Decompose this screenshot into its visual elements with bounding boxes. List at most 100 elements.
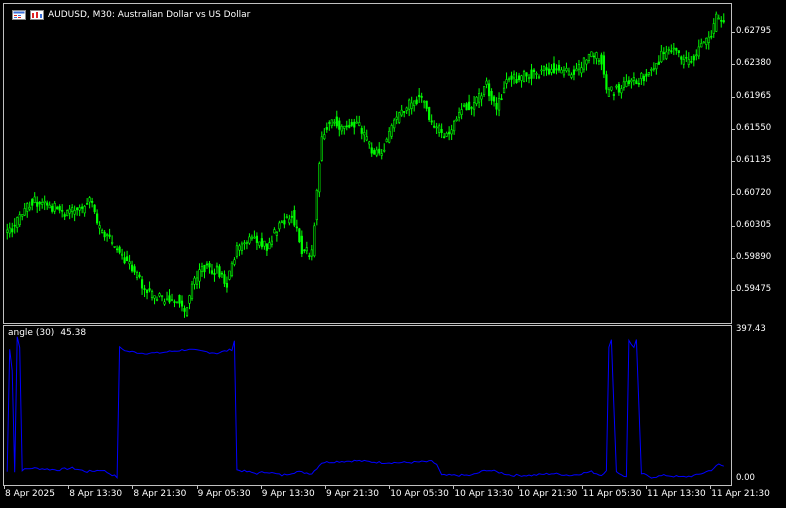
candle-body bbox=[393, 119, 396, 129]
indicator-pane[interactable]: angle (30) 45.38 bbox=[3, 325, 732, 486]
candle-body bbox=[587, 54, 591, 61]
chart-title-bar: AUDUSD, M30: Australian Dollar vs US Dol… bbox=[12, 10, 250, 20]
candle-body bbox=[51, 205, 54, 212]
candle-body bbox=[470, 107, 473, 109]
price-axis-label: 0.59475 bbox=[736, 284, 772, 295]
candle-body bbox=[492, 96, 496, 102]
candle-body bbox=[353, 121, 356, 128]
time-axis-label: 8 Apr 21:30 bbox=[133, 489, 187, 499]
candle-body bbox=[572, 69, 576, 75]
candle-body bbox=[113, 246, 116, 248]
candle-body bbox=[510, 75, 513, 80]
candle-body bbox=[707, 36, 710, 43]
candle-body bbox=[428, 107, 431, 120]
candle-body bbox=[218, 266, 221, 277]
candle-body bbox=[265, 243, 268, 251]
candle-body bbox=[682, 59, 685, 65]
candle-body bbox=[320, 136, 323, 161]
candle-body bbox=[630, 79, 633, 83]
candle-body bbox=[622, 81, 625, 88]
candle-body bbox=[6, 229, 9, 233]
candle-body bbox=[712, 23, 715, 34]
candle-body bbox=[717, 17, 720, 20]
candle-body bbox=[562, 69, 566, 76]
candle-body bbox=[163, 301, 166, 305]
price-axis-label: 0.61135 bbox=[736, 155, 772, 166]
candle-body bbox=[448, 131, 451, 135]
candle-body bbox=[453, 120, 456, 132]
candle-body bbox=[557, 64, 561, 71]
candle-body bbox=[308, 255, 311, 257]
candle-body bbox=[233, 259, 236, 265]
candle-body bbox=[487, 83, 491, 97]
candle-body bbox=[38, 201, 41, 205]
candle-body bbox=[517, 75, 521, 81]
candle-body bbox=[642, 75, 645, 82]
candle-body bbox=[183, 308, 186, 312]
candle-body bbox=[120, 253, 124, 256]
candle-body bbox=[253, 236, 256, 239]
candle-body bbox=[98, 225, 101, 229]
candle-body bbox=[520, 75, 523, 81]
candle-body bbox=[385, 138, 388, 142]
candle-body bbox=[550, 69, 553, 73]
candle-body bbox=[617, 84, 620, 93]
candle-body bbox=[405, 107, 408, 111]
chart-window-icon[interactable] bbox=[12, 10, 26, 20]
symbol-flag-icon[interactable] bbox=[30, 10, 44, 20]
candle-body bbox=[325, 127, 328, 130]
price-chart-pane[interactable]: AUDUSD, M30: Australian Dollar vs US Dol… bbox=[3, 3, 732, 324]
candle-body bbox=[315, 190, 318, 221]
candle-body bbox=[685, 57, 688, 59]
candle-body bbox=[123, 257, 126, 264]
candle-body bbox=[530, 69, 533, 79]
candle-body bbox=[145, 289, 149, 293]
candle-body bbox=[143, 288, 146, 290]
candle-body bbox=[133, 266, 136, 273]
candle-body bbox=[273, 229, 276, 234]
candle-body bbox=[118, 246, 121, 253]
candle-body bbox=[260, 238, 263, 248]
candle-body bbox=[250, 236, 254, 240]
candle-body bbox=[672, 47, 675, 50]
candle-body bbox=[455, 118, 458, 122]
candle-body bbox=[537, 76, 541, 79]
time-axis-label: 10 Apr 13:30 bbox=[454, 489, 514, 499]
candle-body bbox=[665, 51, 668, 59]
price-axis-label: 0.62380 bbox=[736, 58, 772, 69]
candle-body bbox=[472, 102, 476, 110]
candle-body bbox=[148, 288, 151, 291]
candle-body bbox=[395, 116, 398, 120]
candle-body bbox=[468, 101, 471, 111]
candle-body bbox=[138, 274, 141, 277]
candle-body bbox=[710, 35, 713, 38]
time-axis-label: 9 Apr 05:30 bbox=[197, 489, 251, 499]
candle-body bbox=[210, 270, 214, 274]
candle-body bbox=[101, 230, 104, 233]
candle-body bbox=[340, 125, 343, 132]
candle-body bbox=[545, 67, 548, 71]
candle-body bbox=[111, 241, 114, 244]
candle-body bbox=[380, 153, 383, 156]
time-axis-label: 8 Apr 2025 bbox=[5, 489, 55, 499]
candle-body bbox=[690, 61, 693, 63]
candle-body bbox=[185, 307, 189, 316]
candle-body bbox=[348, 124, 351, 128]
candle-body bbox=[193, 277, 196, 285]
candle-body bbox=[722, 20, 725, 23]
candle-body bbox=[430, 120, 433, 123]
candle-body bbox=[213, 272, 216, 275]
candle-body bbox=[675, 47, 678, 51]
candle-body bbox=[168, 295, 171, 303]
candle-body bbox=[58, 206, 61, 211]
candle-body bbox=[150, 291, 154, 299]
candle-body bbox=[128, 261, 131, 265]
candle-body bbox=[640, 73, 643, 79]
candle-body bbox=[338, 120, 341, 130]
candle-body bbox=[328, 122, 331, 124]
candle-body bbox=[36, 201, 39, 207]
candle-body bbox=[592, 55, 596, 58]
candle-body bbox=[465, 103, 468, 111]
candle-body bbox=[552, 63, 556, 74]
candle-body bbox=[293, 210, 296, 226]
